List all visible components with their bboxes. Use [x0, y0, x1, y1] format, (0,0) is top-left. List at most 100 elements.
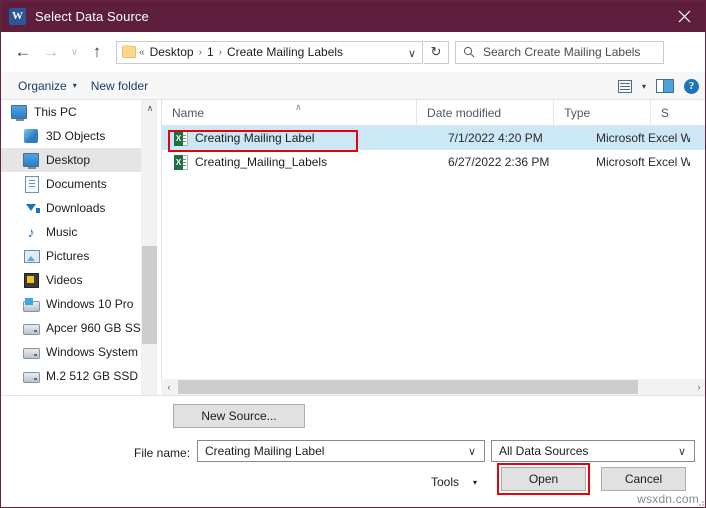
sidebar-item-this-pc[interactable]: This PC: [1, 100, 141, 124]
sort-ascending-icon: ∧: [295, 102, 302, 112]
chevron-down-icon[interactable]: ∨: [408, 47, 416, 60]
recent-locations-button[interactable]: ∨: [65, 38, 84, 66]
column-headers: Name ∧ Date modified Type S: [162, 100, 705, 126]
breadcrumb-item-1[interactable]: 1: [205, 45, 216, 59]
breadcrumb[interactable]: « Desktop › 1 › Create Mailing Labels ∨: [116, 40, 423, 64]
view-list-icon[interactable]: [617, 79, 632, 93]
column-header-label: S: [660, 105, 669, 120]
table-row[interactable]: Creating_Mailing_Labels 6/27/2022 2:36 P…: [162, 150, 705, 174]
breadcrumb-separator: ›: [198, 46, 202, 58]
file-name-label: File name:: [134, 446, 191, 460]
watermark: wsxdn.com: [637, 492, 699, 506]
forward-button[interactable]: →: [37, 38, 65, 66]
sidebar-item-label: Downloads: [46, 201, 106, 215]
open-button[interactable]: Open: [501, 467, 586, 491]
sidebar-item-desktop[interactable]: Desktop: [1, 148, 141, 172]
file-list-horizontal-scrollbar[interactable]: ‹ ›: [161, 379, 705, 395]
sidebar-item-apcer-960-gb-ssd[interactable]: Apcer 960 GB SS: [1, 316, 141, 340]
sidebar-item-label: This PC: [34, 105, 77, 119]
sidebar-item-windows-10-pro[interactable]: Windows 10 Pro: [1, 292, 141, 316]
preview-pane-icon[interactable]: [656, 79, 674, 93]
organize-menu[interactable]: Organize ▾: [11, 72, 84, 99]
music-icon: ♪: [27, 224, 35, 240]
table-row[interactable]: Creating Mailing Label 7/1/2022 4:20 PM …: [162, 126, 705, 150]
documents-icon: [23, 176, 39, 193]
chevron-down-icon[interactable]: ∨: [468, 445, 476, 458]
sidebar-item-windows-system[interactable]: Windows System: [1, 340, 141, 364]
this-pc-icon: [11, 104, 27, 121]
sidebar-item-label: Desktop: [46, 153, 91, 167]
videos-icon: [23, 272, 39, 288]
back-button[interactable]: ←: [9, 38, 37, 66]
sidebar-item-downloads[interactable]: Downloads: [1, 196, 141, 220]
refresh-button[interactable]: ↻: [424, 40, 449, 64]
breadcrumb-prefix: «: [139, 46, 145, 58]
sidebar-item-documents[interactable]: Documents: [1, 172, 141, 196]
chevron-down-icon: ▾: [72, 81, 77, 90]
close-button[interactable]: [661, 1, 705, 32]
data-source-filter-select[interactable]: All Data Sources ∨: [491, 440, 695, 462]
breadcrumb-item-create-mailing-labels[interactable]: Create Mailing Labels: [225, 45, 345, 59]
os-drive-icon: [23, 296, 40, 312]
column-header-name[interactable]: Name ∧: [162, 100, 418, 125]
up-button[interactable]: ↑: [84, 38, 110, 66]
scrollbar-thumb[interactable]: [142, 246, 158, 344]
file-date-cell: 7/1/2022 4:20 PM: [448, 131, 543, 145]
3d-objects-icon: [23, 128, 39, 144]
search-placeholder: Search Create Mailing Labels: [483, 45, 641, 59]
excel-file-icon: [174, 130, 188, 146]
scrollbar-thumb[interactable]: [178, 380, 638, 394]
chevron-down-icon: ▾: [473, 477, 478, 487]
tools-menu-button[interactable]: Tools ▾: [431, 470, 493, 494]
word-app-icon: W: [9, 8, 26, 25]
file-name-cell: Creating Mailing Label: [162, 130, 438, 146]
chevron-down-icon[interactable]: ∨: [678, 445, 686, 458]
toolbar-right-group: ▾ ?: [617, 72, 699, 100]
drive-icon: [23, 344, 40, 360]
scroll-left-button[interactable]: ‹: [161, 379, 177, 395]
downloads-icon: [23, 200, 40, 216]
file-type-cell: Microsoft Excel W...: [596, 155, 690, 169]
sidebar-item-label: 3D Objects: [46, 129, 106, 143]
resize-grip[interactable]: [695, 497, 705, 507]
new-folder-button[interactable]: New folder: [84, 72, 155, 99]
file-name-value: Creating Mailing Label: [205, 444, 325, 458]
column-header-label: Type: [564, 105, 591, 120]
sidebar-item-music[interactable]: ♪ Music: [1, 220, 141, 244]
column-header-label: Date modified: [427, 105, 502, 120]
breadcrumb-item-desktop[interactable]: Desktop: [148, 45, 196, 59]
breadcrumb-separator: ›: [218, 46, 222, 58]
dialog-footer: New Source... File name: Creating Mailin…: [1, 395, 705, 507]
excel-file-icon: [174, 154, 188, 170]
scroll-up-button[interactable]: ∧: [142, 100, 158, 117]
help-icon[interactable]: ?: [684, 78, 699, 94]
scroll-right-button[interactable]: ›: [691, 379, 705, 395]
file-name-label: Creating_Mailing_Labels: [195, 155, 328, 169]
data-source-filter-value: All Data Sources: [499, 444, 589, 458]
navigation-pane-scrollbar[interactable]: ∧ ∨: [141, 100, 705, 507]
column-header-type[interactable]: Type: [554, 100, 651, 125]
file-name-label: Creating Mailing Label: [195, 131, 315, 145]
chevron-down-icon[interactable]: ▾: [642, 82, 646, 91]
column-header-size[interactable]: S: [651, 100, 705, 125]
sidebar-item-label: M.2 512 GB SSD: [46, 369, 139, 383]
dialog-content: This PC 3D Objects Desktop Documents Dow…: [1, 100, 705, 507]
sidebar-item-label: Music: [46, 225, 78, 239]
sidebar-item-m2-512-gb-ssd[interactable]: M.2 512 GB SSD: [1, 364, 141, 388]
sidebar-item-label: Windows System: [46, 345, 139, 359]
new-source-button[interactable]: New Source...: [173, 404, 305, 428]
sidebar-item-videos[interactable]: Videos: [1, 268, 141, 292]
title-bar: W Select Data Source: [1, 1, 705, 32]
folder-icon: [122, 45, 136, 58]
navigation-pane: This PC 3D Objects Desktop Documents Dow…: [1, 100, 141, 395]
navigation-bar: ← → ∨ ↑ « Desktop › 1 › Create Mailing L…: [1, 32, 705, 72]
column-header-date-modified[interactable]: Date modified: [417, 100, 555, 125]
file-type-cell: Microsoft Excel W...: [596, 131, 690, 145]
sidebar-item-3d-objects[interactable]: 3D Objects: [1, 124, 141, 148]
sidebar-item-label: Apcer 960 GB SS: [46, 321, 141, 335]
cancel-button[interactable]: Cancel: [601, 467, 686, 491]
search-box[interactable]: Search Create Mailing Labels: [455, 40, 664, 64]
sidebar-item-pictures[interactable]: Pictures: [1, 244, 141, 268]
column-header-label: Name: [172, 105, 205, 120]
file-name-input[interactable]: Creating Mailing Label ∨: [197, 440, 485, 462]
